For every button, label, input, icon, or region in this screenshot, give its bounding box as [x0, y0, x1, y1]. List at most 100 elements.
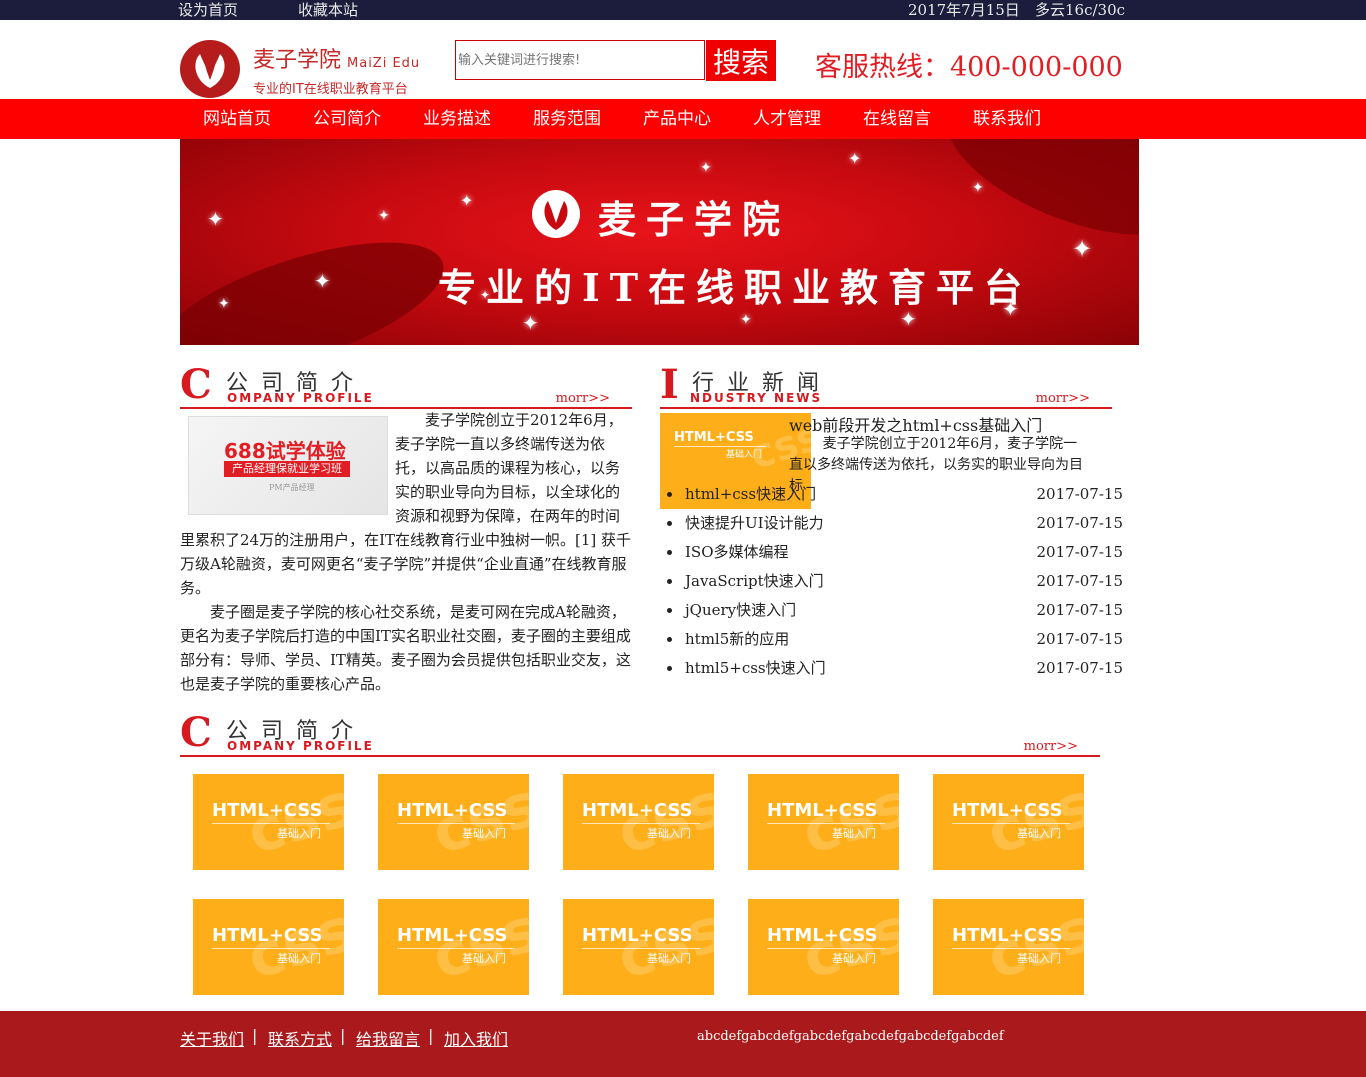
- logo-icon[interactable]: [180, 40, 240, 98]
- card-divider: [767, 823, 885, 824]
- featured-news-title[interactable]: web前段开发之html+css基础入门: [789, 412, 1042, 436]
- course-card[interactable]: css HTML+CSS 基础入门: [193, 899, 344, 995]
- image-spacer: [180, 408, 395, 523]
- course-title: HTML+CSS: [767, 800, 878, 821]
- course-card[interactable]: css HTML+CSS 基础入门: [378, 774, 529, 870]
- course-card[interactable]: css HTML+CSS 基础入门: [748, 899, 899, 995]
- course-card[interactable]: css HTML+CSS 基础入门: [563, 774, 714, 870]
- course-subtitle: 基础入门: [647, 952, 691, 965]
- footer: 关于我们 | 联系方式 | 给我留言 | 加入我们 abcdefgabcdefg…: [0, 1011, 1366, 1077]
- nav-item-message[interactable]: 在线留言: [863, 99, 931, 139]
- news-date: 2017-07-15: [1036, 659, 1123, 677]
- card-divider: [397, 948, 515, 949]
- course-subtitle: 基础入门: [1017, 952, 1061, 965]
- sparkle-icon: ✦: [522, 311, 539, 335]
- nav-item-products[interactable]: 产品中心: [643, 99, 711, 139]
- sparkle-icon: ✦: [972, 180, 984, 196]
- news-item[interactable]: html5新的应用 2017-07-15: [660, 628, 1123, 657]
- card-watermark: css: [238, 774, 344, 869]
- course-card[interactable]: css HTML+CSS 基础入门: [193, 774, 344, 870]
- card-divider: [582, 823, 700, 824]
- news-title[interactable]: ISO多媒体编程: [685, 541, 789, 563]
- sparkle-icon: ✦: [700, 160, 712, 176]
- card-watermark: css: [793, 899, 899, 994]
- date-text: 2017年7月15日: [908, 1, 1020, 19]
- news-item[interactable]: ISO多媒体编程 2017-07-15: [660, 541, 1123, 570]
- course-subtitle: 基础入门: [462, 952, 506, 965]
- section-title-en: NDUSTRY NEWS: [690, 391, 823, 405]
- set-homepage-link[interactable]: 设为首页: [178, 0, 238, 20]
- news-title[interactable]: html+css快速入门: [685, 483, 816, 505]
- banner-logo-icon: [532, 190, 580, 238]
- main-nav: 网站首页 公司简介 业务描述 服务范围 产品中心 人才管理 在线留言 联系我们: [0, 99, 1366, 139]
- sparkle-icon: ✦: [378, 208, 390, 224]
- footer-separator: |: [252, 1026, 258, 1045]
- top-bar: 设为首页 收藏本站 2017年7月15日 多云16c/30c: [0, 0, 1366, 20]
- course-card[interactable]: css HTML+CSS 基础入门: [933, 899, 1084, 995]
- news-item[interactable]: html5+css快速入门 2017-07-15: [660, 657, 1123, 686]
- news-item[interactable]: jQuery快速入门 2017-07-15: [660, 599, 1123, 628]
- footer-link-contact[interactable]: 联系方式: [268, 1026, 332, 1050]
- course-title: HTML+CSS: [952, 800, 1063, 821]
- nav-item-business[interactable]: 业务描述: [423, 99, 491, 139]
- banner-leaf-icon: [544, 201, 568, 230]
- course-title: HTML+CSS: [952, 925, 1063, 946]
- news-more-link[interactable]: morr>>: [1036, 391, 1090, 406]
- course-subtitle: 基础入门: [1017, 827, 1061, 840]
- courses-section-header: C 公司简介 OMPANY PROFILE morr>>: [180, 713, 1100, 757]
- news-date: 2017-07-15: [1036, 543, 1123, 561]
- sparkle-icon: ✦: [460, 191, 474, 210]
- section-title-en: OMPANY PROFILE: [227, 739, 374, 753]
- nav-item-home[interactable]: 网站首页: [203, 99, 271, 139]
- news-title[interactable]: 快速提升UI设计能力: [685, 512, 824, 534]
- nav-item-contact[interactable]: 联系我们: [973, 99, 1041, 139]
- news-item[interactable]: JavaScript快速入门 2017-07-15: [660, 570, 1123, 599]
- banner-subtitle: 专业的IT在线职业教育平台: [438, 265, 1033, 310]
- card-divider: [952, 948, 1070, 949]
- course-card[interactable]: css HTML+CSS 基础入门: [378, 899, 529, 995]
- course-card[interactable]: css HTML+CSS 基础入门: [563, 899, 714, 995]
- section-title-en: OMPANY PROFILE: [227, 391, 374, 405]
- card-divider: [767, 948, 885, 949]
- news-title[interactable]: html5新的应用: [685, 628, 789, 650]
- news-title[interactable]: jQuery快速入门: [685, 599, 796, 621]
- course-title: HTML+CSS: [397, 800, 508, 821]
- course-card[interactable]: css HTML+CSS 基础入门: [748, 774, 899, 870]
- thumb-line2: 基础入门: [726, 450, 763, 460]
- card-watermark: css: [793, 774, 899, 869]
- news-title[interactable]: html5+css快速入门: [685, 657, 826, 679]
- profile-more-link[interactable]: morr>>: [556, 391, 610, 406]
- course-title: HTML+CSS: [212, 925, 323, 946]
- company-profile-text: 麦子学院创立于2012年6月，麦子学院一直以多终端传送为依托，以高品质的课程为核…: [180, 408, 632, 696]
- news-date: 2017-07-15: [1036, 601, 1123, 619]
- profile-paragraph-2: 麦子圈是麦子学院的核心社交系统，是麦可网在完成A轮融资，更名为麦子学院后打造的中…: [180, 603, 631, 693]
- thumb-line1: HTML+CSS: [674, 430, 754, 445]
- sparkle-icon: ✦: [740, 312, 752, 328]
- course-card[interactable]: css HTML+CSS 基础入门: [933, 774, 1084, 870]
- card-divider: [212, 948, 330, 949]
- news-date: 2017-07-15: [1036, 630, 1123, 648]
- search-input[interactable]: [455, 40, 705, 80]
- news-title[interactable]: JavaScript快速入门: [685, 570, 824, 592]
- banner-ribbon-decoration: [928, 139, 1139, 264]
- course-title: HTML+CSS: [767, 925, 878, 946]
- add-favorite-link[interactable]: 收藏本站: [298, 0, 358, 20]
- card-watermark: css: [238, 899, 344, 994]
- news-item[interactable]: 快速提升UI设计能力 2017-07-15: [660, 512, 1123, 541]
- nav-item-company-profile[interactable]: 公司简介: [313, 99, 381, 139]
- course-subtitle: 基础入门: [277, 827, 321, 840]
- footer-link-about[interactable]: 关于我们: [180, 1026, 244, 1050]
- logo-name-cn: 麦子学院: [253, 48, 342, 73]
- hero-banner[interactable]: ✦ ✦ ✦ ✦ ✦ ✦ ✦ ✦ ✦ ✦ ✦ ✦ ✦ ✦ 麦子学院 专业的IT在线…: [180, 139, 1139, 345]
- card-divider: [582, 948, 700, 949]
- card-watermark: css: [608, 774, 714, 869]
- course-title: HTML+CSS: [212, 800, 323, 821]
- nav-item-talent[interactable]: 人才管理: [753, 99, 821, 139]
- search-button[interactable]: 搜索: [706, 40, 776, 81]
- news-item[interactable]: html+css快速入门 2017-07-15: [660, 483, 1123, 512]
- courses-more-link[interactable]: morr>>: [1024, 739, 1078, 754]
- nav-item-services[interactable]: 服务范围: [533, 99, 601, 139]
- footer-link-message[interactable]: 给我留言: [356, 1026, 420, 1050]
- footer-link-join[interactable]: 加入我们: [444, 1026, 508, 1050]
- footer-separator: |: [340, 1026, 346, 1045]
